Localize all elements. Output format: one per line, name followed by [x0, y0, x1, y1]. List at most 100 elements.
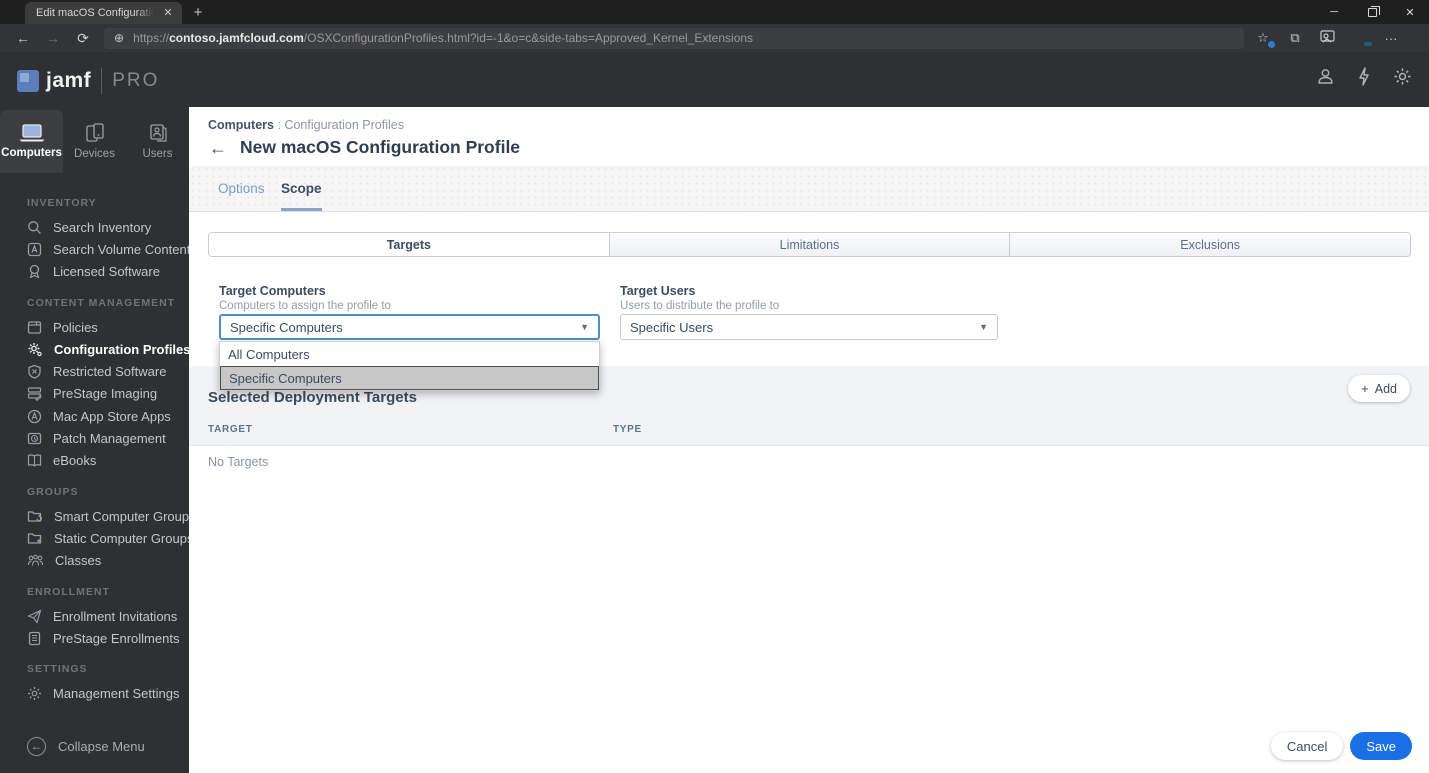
section-inventory: INVENTORY — [27, 197, 97, 209]
save-button[interactable]: Save — [1350, 732, 1412, 760]
page-title: New macOS Configuration Profile — [240, 137, 521, 157]
forward-icon[interactable]: → — [38, 30, 68, 46]
browser-toolbar: ← → ⟳ ⊕ https://contoso.jamfcloud.com/OS… — [0, 24, 1429, 52]
page-header: Computers : Configuration Profiles ← New… — [189, 107, 1429, 166]
url-text: https://contoso.jamfcloud.com/OSXConfigu… — [133, 31, 754, 45]
computers-icon — [19, 124, 44, 142]
section-groups: GROUPS — [27, 485, 79, 498]
context-tab-users[interactable]: Users — [126, 110, 189, 173]
volume-content-icon — [27, 242, 42, 257]
chevron-down-icon: ▼ — [979, 322, 988, 332]
sidebar-item-prestage-imaging[interactable]: PreStage Imaging — [0, 383, 189, 405]
site-info-icon[interactable]: ⊕ — [114, 31, 124, 45]
plus-icon: + — [1361, 381, 1369, 396]
segment-exclusions[interactable]: Exclusions — [1009, 233, 1410, 256]
favorites-icon[interactable]: ☆ — [1254, 30, 1276, 49]
tab-close-icon[interactable]: ✕ — [160, 5, 176, 21]
sidebar-item-restricted-software[interactable]: Restricted Software — [0, 360, 189, 382]
target-computers-help: Computers to assign the profile to — [219, 300, 391, 312]
back-icon[interactable]: ← — [8, 30, 38, 46]
segment-targets[interactable]: Targets — [209, 233, 609, 256]
tab-options[interactable]: Options — [218, 166, 265, 211]
sidebar-item-smart-computer-groups[interactable]: Smart Computer Groups — [0, 505, 196, 527]
target-users-help: Users to distribute the profile to — [620, 300, 780, 312]
breadcrumb[interactable]: Computers : Configuration Profiles — [208, 118, 404, 132]
context-tab-devices[interactable]: Devices — [63, 110, 126, 173]
sidebar-item-enrollment-invitations[interactable]: Enrollment Invitations — [0, 605, 189, 627]
refresh-icon[interactable]: ⟳ — [68, 30, 98, 47]
license-icon — [29, 265, 40, 279]
sidebar-item-ebooks[interactable]: eBooks — [0, 450, 189, 472]
sidebar-item-management-settings[interactable]: Management Settings — [0, 682, 189, 704]
window-minimize-icon[interactable]: ─ — [1315, 0, 1353, 24]
logo-divider — [101, 68, 103, 94]
prestage-imaging-icon — [27, 387, 42, 402]
window-restore-icon[interactable] — [1353, 0, 1391, 24]
scope-segmented-control: Targets Limitations Exclusions — [208, 232, 1411, 257]
browser-titlebar: Edit macOS Configuration Profile ✕ + ─ ✕ — [0, 0, 1429, 24]
window-controls: ─ ✕ — [1315, 0, 1429, 24]
collections-icon[interactable]: ⧉ — [1286, 30, 1304, 46]
users-icon — [149, 124, 167, 142]
browser-menu-icon[interactable]: ··· — [1382, 31, 1400, 46]
smart-group-icon — [27, 510, 42, 522]
section-enrollment: ENROLLMENT — [27, 585, 110, 598]
column-header-target: TARGET — [208, 424, 253, 435]
browser-tab[interactable]: Edit macOS Configuration Profile ✕ — [25, 2, 182, 24]
logo-text-pro: PRO — [112, 70, 160, 91]
logo-text-jamf: jamf — [46, 69, 92, 92]
app-store-icon — [27, 409, 42, 423]
sidebar-item-search-volume-content[interactable]: Search Volume Content — [0, 238, 190, 260]
add-target-button[interactable]: + Add — [1348, 375, 1410, 402]
address-bar[interactable]: ⊕ https://contoso.jamfcloud.com/OSXConfi… — [104, 27, 1244, 49]
sidebar-item-licensed-software[interactable]: Licensed Software — [0, 261, 189, 283]
target-computers-select[interactable]: Specific Computers ▼ — [219, 314, 600, 340]
target-users-label: Target Users — [620, 284, 696, 298]
web-capture-icon[interactable] — [1318, 29, 1336, 47]
sidebar-item-prestage-enrollments[interactable]: PreStage Enrollments — [0, 627, 189, 649]
classes-icon — [27, 554, 44, 566]
window-close-icon[interactable]: ✕ — [1391, 0, 1429, 24]
context-tab-computers[interactable]: Computers — [0, 110, 63, 173]
app-header: jamf PRO — [0, 52, 1429, 107]
profile-tabstrip: Options Scope — [189, 166, 1429, 212]
segment-limitations[interactable]: Limitations — [608, 233, 1010, 256]
browser-tab-title: Edit macOS Configuration Profile — [36, 7, 154, 19]
search-icon — [28, 220, 41, 234]
cancel-button[interactable]: Cancel — [1270, 732, 1344, 760]
sidebar: Computers Devices Users INVENTORY Search… — [0, 107, 196, 773]
section-content-management: CONTENT MANAGEMENT — [27, 296, 176, 309]
new-tab-button[interactable]: + — [188, 3, 208, 23]
sidebar-item-policies[interactable]: Policies — [0, 316, 189, 338]
sidebar-item-configuration-profiles[interactable]: Configuration Profiles — [0, 338, 191, 360]
policies-icon — [27, 320, 42, 334]
target-computers-dropdown: All Computers Specific Computers — [219, 341, 600, 391]
sidebar-item-search-inventory[interactable]: Search Inventory — [0, 216, 189, 238]
restricted-software-icon — [28, 364, 41, 379]
empty-targets-text: No Targets — [208, 455, 269, 469]
sidebar-item-mac-app-store-apps[interactable]: Mac App Store Apps — [0, 405, 189, 427]
tab-scope[interactable]: Scope — [281, 166, 322, 211]
devices-icon — [85, 123, 104, 142]
target-users-select[interactable]: Specific Users ▼ — [620, 314, 998, 340]
ebooks-icon — [27, 454, 42, 467]
back-button[interactable]: ← — [209, 139, 227, 157]
prestage-enrollments-icon — [28, 631, 41, 645]
option-all-computers[interactable]: All Computers — [220, 342, 599, 366]
option-specific-computers[interactable]: Specific Computers — [220, 366, 599, 390]
section-settings: SETTINGS — [27, 663, 88, 676]
sidebar-item-classes[interactable]: Classes — [0, 550, 189, 572]
target-computers-label: Target Computers — [219, 284, 326, 298]
toolbar-icons: ☆ ⧉ ··· — [1254, 29, 1400, 49]
notifications-icon[interactable] — [1357, 67, 1371, 86]
collapse-menu-button[interactable]: ← Collapse Menu — [27, 737, 145, 756]
column-header-type: TYPE — [613, 424, 642, 435]
deployment-heading: Selected Deployment Targets — [208, 389, 417, 406]
account-icon[interactable] — [1316, 67, 1335, 86]
jamf-logo[interactable]: jamf PRO — [17, 68, 159, 94]
sidebar-item-static-computer-groups[interactable]: Static Computer Groups — [0, 527, 193, 549]
invitation-icon — [27, 609, 42, 623]
settings-icon[interactable] — [1393, 67, 1412, 86]
scope-content: Targets Limitations Exclusions Target Co… — [189, 212, 1429, 773]
sidebar-item-patch-management[interactable]: Patch Management — [0, 427, 189, 449]
